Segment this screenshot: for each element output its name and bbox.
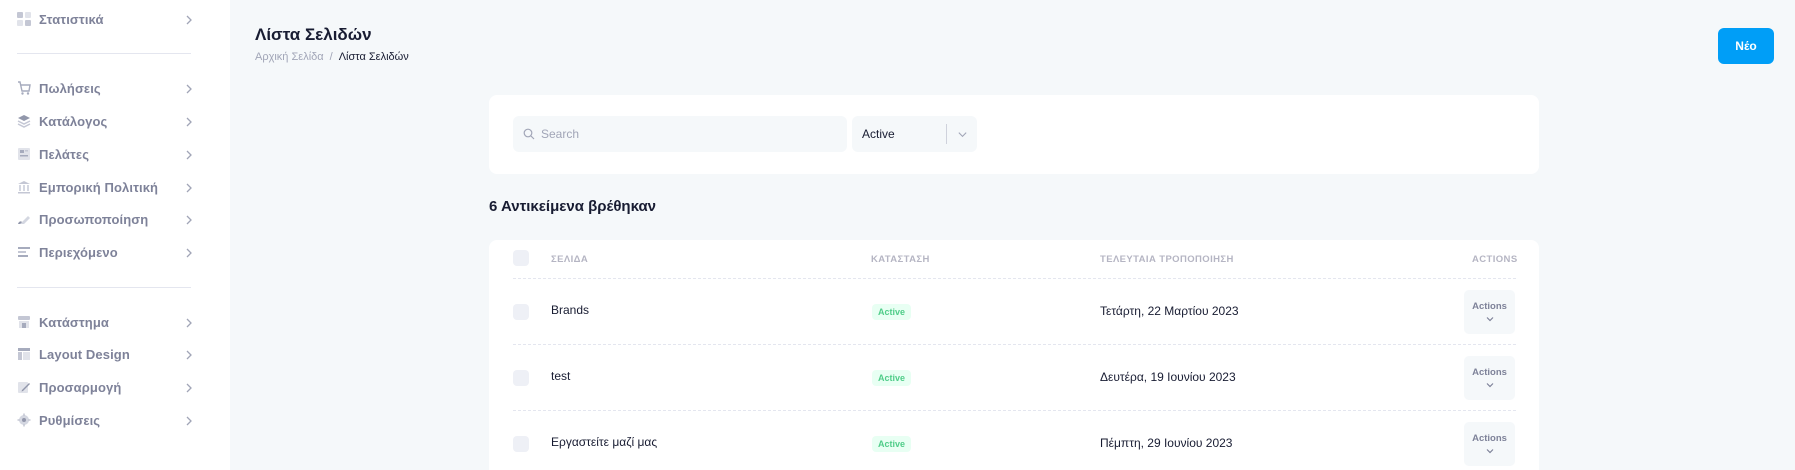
chevron-right-icon xyxy=(183,213,195,225)
table-row-date: Δευτέρα, 19 Ιουνίου 2023 xyxy=(1100,370,1236,384)
sidebar-item-settings[interactable]: Ρυθμίσεις xyxy=(17,409,195,431)
page-title: Λίστα Σελιδών xyxy=(255,25,372,44)
sidebar-item-personalization[interactable]: Προσωποποίηση xyxy=(17,208,195,230)
sidebar-item-customization[interactable]: Προσαρμογή xyxy=(17,376,195,398)
chevron-right-icon xyxy=(183,82,195,94)
address-book-icon xyxy=(17,147,31,161)
sidebar-item-label: Εμπορική Πολιτική xyxy=(39,179,159,195)
table-row-name[interactable]: Εργαστείτε μαζί μας xyxy=(551,435,657,449)
status-badge: Active xyxy=(872,436,912,452)
column-header-actions: ACTIONS xyxy=(1472,254,1518,265)
sidebar-item-label: Περιεχόμενο xyxy=(39,244,118,260)
actions-label: Actions xyxy=(1472,366,1507,378)
table-row-date: Τετάρτη, 22 Μαρτίου 2023 xyxy=(1100,304,1239,318)
chevron-right-icon xyxy=(183,246,195,258)
sidebar-item-label: Προσωποποίηση xyxy=(39,211,149,227)
search-icon xyxy=(523,128,535,140)
column-header-modified[interactable]: ΤΕΛΕΥΤΑΙΑ ΤΡΟΠΟΠΟΙΗΣΗ xyxy=(1100,254,1234,265)
chevron-right-icon xyxy=(183,148,195,160)
chevron-down-icon xyxy=(1486,382,1493,387)
column-header-status[interactable]: ΚΑΤΑΣΤΑΣΗ xyxy=(871,254,930,265)
chevron-right-icon xyxy=(183,316,195,328)
pencil-icon xyxy=(17,380,31,394)
row-checkbox[interactable] xyxy=(513,436,529,452)
row-divider xyxy=(513,278,1516,279)
sidebar-item-content[interactable]: Περιεχόμενο xyxy=(17,241,195,263)
chevron-right-icon xyxy=(183,181,195,193)
breadcrumb: Αρχική Σελίδα / Λίστα Σελιδών xyxy=(255,51,409,63)
sidebar-divider xyxy=(17,53,191,54)
layout-icon xyxy=(17,347,31,361)
sidebar-item-label: Πωλήσεις xyxy=(39,80,101,96)
row-checkbox[interactable] xyxy=(513,304,529,320)
chevron-down-icon xyxy=(947,129,977,140)
store-icon xyxy=(17,315,31,329)
status-badge: Active xyxy=(872,304,912,320)
new-button[interactable]: Νέο xyxy=(1718,28,1774,64)
chevron-right-icon xyxy=(183,381,195,393)
column-header-page[interactable]: ΣΕΛΙΔΑ xyxy=(551,254,588,265)
cart-icon xyxy=(17,81,31,95)
chevron-down-icon xyxy=(1486,448,1493,453)
row-checkbox[interactable] xyxy=(513,370,529,386)
sidebar-item-sales[interactable]: Πωλήσεις xyxy=(17,77,195,99)
actions-label: Actions xyxy=(1472,300,1507,312)
result-count: 6 Αντικείμενα βρέθηκαν xyxy=(489,198,657,215)
actions-button[interactable]: Actions xyxy=(1464,422,1515,466)
sidebar-item-label: Προσαρμογή xyxy=(39,379,122,395)
search-input[interactable] xyxy=(541,127,841,141)
filter-card: Active xyxy=(489,95,1539,174)
row-divider xyxy=(513,410,1516,411)
status-badge: Active xyxy=(872,370,912,386)
chevron-right-icon xyxy=(183,348,195,360)
sidebar-item-customers[interactable]: Πελάτες xyxy=(17,143,195,165)
select-all-checkbox[interactable] xyxy=(513,250,529,266)
sidebar-item-statistics[interactable]: Στατιστικά xyxy=(17,8,195,30)
dashboard-icon xyxy=(17,12,31,26)
bank-icon xyxy=(17,180,31,194)
text-align-icon xyxy=(17,245,31,259)
actions-label: Actions xyxy=(1472,432,1507,444)
sidebar-item-label: Layout Design xyxy=(39,346,130,362)
sidebar-item-label: Ρυθμίσεις xyxy=(39,412,101,428)
sidebar-item-label: Κατάλογος xyxy=(39,113,108,129)
actions-button[interactable]: Actions xyxy=(1464,356,1515,400)
sidebar-item-layout-design[interactable]: Layout Design xyxy=(17,343,195,365)
sidebar-item-store[interactable]: Κατάστημα xyxy=(17,311,195,333)
sidebar-item-label: Στατιστικά xyxy=(39,11,104,27)
table-row-name[interactable]: Brands xyxy=(551,303,589,317)
brush-icon xyxy=(17,212,31,226)
sidebar-item-catalog[interactable]: Κατάλογος xyxy=(17,110,195,132)
status-select[interactable]: Active xyxy=(852,116,977,152)
breadcrumb-separator: / xyxy=(329,51,333,63)
chevron-right-icon xyxy=(183,115,195,127)
table-row-name[interactable]: test xyxy=(551,369,570,383)
sidebar: Στατιστικά Πωλήσεις Κατάλογος Πελάτες Εμ… xyxy=(0,0,230,470)
table-row-date: Πέμπτη, 29 Ιουνίου 2023 xyxy=(1100,436,1233,450)
row-divider xyxy=(513,344,1516,345)
sidebar-item-label: Κατάστημα xyxy=(39,314,109,330)
chevron-down-icon xyxy=(1486,316,1493,321)
actions-button[interactable]: Actions xyxy=(1464,290,1515,334)
sidebar-item-label: Πελάτες xyxy=(39,146,90,162)
pages-table: ΣΕΛΙΔΑ ΚΑΤΑΣΤΑΣΗ ΤΕΛΕΥΤΑΙΑ ΤΡΟΠΟΠΟΙΗΣΗ A… xyxy=(489,240,1539,470)
gear-icon xyxy=(17,413,31,427)
search-box[interactable] xyxy=(513,116,847,152)
layers-icon xyxy=(17,114,31,128)
breadcrumb-current: Λίστα Σελιδών xyxy=(338,51,409,63)
breadcrumb-home-link[interactable]: Αρχική Σελίδα xyxy=(255,51,324,63)
chevron-right-icon xyxy=(183,13,195,25)
status-select-value: Active xyxy=(862,127,895,141)
chevron-right-icon xyxy=(183,414,195,426)
sidebar-item-commercial-policy[interactable]: Εμπορική Πολιτική xyxy=(17,176,195,198)
sidebar-divider xyxy=(17,287,191,288)
